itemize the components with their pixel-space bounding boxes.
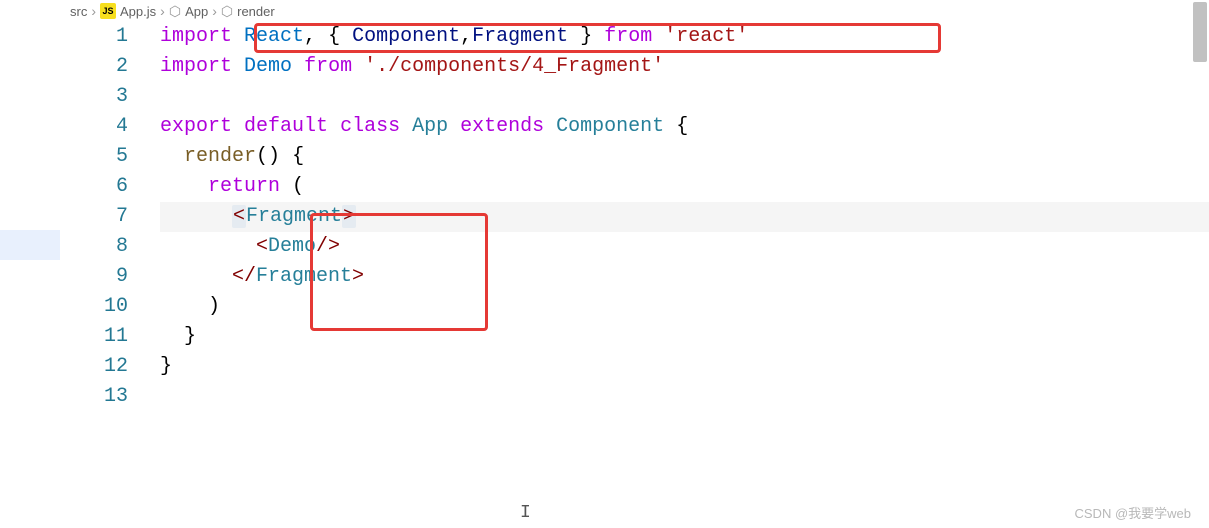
line-number: 4 <box>60 112 150 142</box>
watermark: CSDN @我要学web <box>1075 503 1192 522</box>
code-line[interactable]: } <box>160 352 1209 382</box>
js-file-icon: JS <box>100 3 116 19</box>
chevron-right-icon: › <box>160 3 165 19</box>
text-cursor-icon: I <box>520 503 531 523</box>
code-line[interactable]: export default class App extends Compone… <box>160 112 1209 142</box>
code-line[interactable]: ) <box>160 292 1209 322</box>
code-line[interactable]: import Demo from './components/4_Fragmen… <box>160 52 1209 82</box>
line-number: 6 <box>60 172 150 202</box>
line-number: 2 <box>60 52 150 82</box>
code-line[interactable]: return ( <box>160 172 1209 202</box>
code-line[interactable]: import React, { Component,Fragment } fro… <box>160 22 1209 52</box>
line-number: 1 <box>60 22 150 52</box>
editor: src › JS App.js › ⬡ App › ⬡ render 1 2 3… <box>60 0 1209 528</box>
code-area[interactable]: 1 2 3 4 5 6 7 8 9 10 11 12 13 import Rea… <box>60 22 1209 412</box>
code-line[interactable]: <Fragment> <box>160 202 1209 232</box>
breadcrumb[interactable]: src › JS App.js › ⬡ App › ⬡ render <box>60 0 1209 22</box>
line-number: 5 <box>60 142 150 172</box>
code-line[interactable] <box>160 82 1209 112</box>
line-number: 8 <box>60 232 150 262</box>
gutter: 1 2 3 4 5 6 7 8 9 10 11 12 13 <box>60 22 150 412</box>
line-number: 11 <box>60 322 150 352</box>
symbol-method-icon: ⬡ <box>221 3 233 20</box>
code-lines[interactable]: import React, { Component,Fragment } fro… <box>160 22 1209 412</box>
code-line[interactable]: render() { <box>160 142 1209 172</box>
breadcrumb-symbol[interactable]: render <box>237 4 275 19</box>
breadcrumb-file[interactable]: App.js <box>120 4 156 19</box>
breadcrumb-symbol[interactable]: App <box>185 4 208 19</box>
breadcrumb-folder[interactable]: src <box>70 4 87 19</box>
chevron-right-icon: › <box>212 3 217 19</box>
scrollbar-thumb[interactable] <box>1193 2 1207 62</box>
symbol-class-icon: ⬡ <box>169 3 181 20</box>
line-number: 3 <box>60 82 150 112</box>
code-line[interactable]: </Fragment> <box>160 262 1209 292</box>
line-number: 7 <box>60 202 150 232</box>
code-line[interactable]: <Demo/> <box>160 232 1209 262</box>
left-strip <box>0 230 60 260</box>
chevron-right-icon: › <box>91 3 96 19</box>
line-number: 13 <box>60 382 150 412</box>
line-number: 9 <box>60 262 150 292</box>
code-line[interactable]: } <box>160 322 1209 352</box>
line-number: 10 <box>60 292 150 322</box>
line-number: 12 <box>60 352 150 382</box>
code-line[interactable] <box>160 382 1209 412</box>
